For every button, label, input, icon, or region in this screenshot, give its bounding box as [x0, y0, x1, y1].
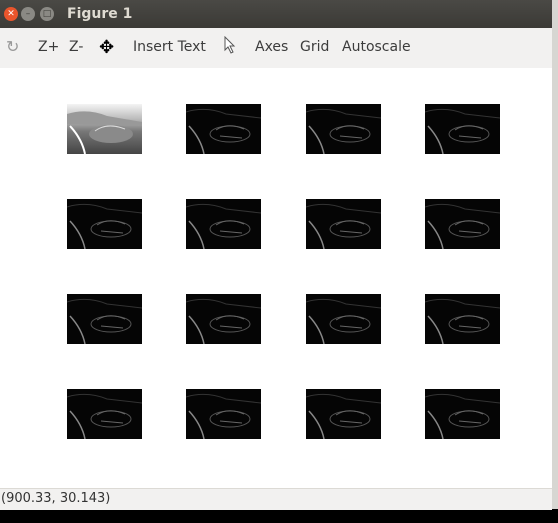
subplot-filtered-image — [305, 294, 382, 345]
toolbar: ↻ Z+ Z- ✥ Insert Text Axes Grid Autoscal… — [0, 28, 552, 68]
subplot-filtered-image — [66, 389, 143, 440]
subplot-filtered-image — [305, 199, 382, 250]
subplot-original-image — [67, 104, 142, 155]
zoom-out-button[interactable]: Z- — [69, 39, 83, 55]
plot-canvas[interactable] — [0, 68, 552, 488]
subplot-filtered-image — [185, 294, 262, 345]
autoscale-button[interactable]: Autoscale — [342, 39, 411, 55]
subplot-filtered-image — [424, 199, 501, 250]
subplot-filtered-image — [305, 104, 382, 155]
figure-window: ✕ – □ Figure 1 ↻ Z+ Z- ✥ Insert Text Axe… — [0, 0, 552, 510]
subplot-filtered-image — [424, 294, 501, 345]
status-bar: (900.33, 30.143) — [0, 488, 552, 510]
grid-button[interactable]: Grid — [300, 39, 329, 55]
cursor-coordinates: (900.33, 30.143) — [1, 491, 111, 506]
subplot-filtered-image — [66, 199, 143, 250]
close-button[interactable]: ✕ — [4, 7, 18, 21]
title-bar: ✕ – □ Figure 1 — [0, 0, 552, 28]
zoom-in-button[interactable]: Z+ — [38, 39, 59, 55]
maximize-button[interactable]: □ — [40, 7, 54, 21]
desktop-background — [552, 0, 558, 509]
subplot-filtered-image — [424, 389, 501, 440]
window-title: Figure 1 — [67, 6, 133, 22]
pan-icon[interactable]: ✥ — [99, 37, 114, 58]
subplot-filtered-image — [185, 389, 262, 440]
pointer-icon[interactable] — [224, 35, 236, 58]
subplot-filtered-image — [66, 294, 143, 345]
subplot-filtered-image — [185, 104, 262, 155]
subplot-filtered-image — [424, 104, 501, 155]
rotate-icon[interactable]: ↻ — [6, 37, 19, 56]
subplot-filtered-image — [185, 199, 262, 250]
minimize-button[interactable]: – — [21, 7, 35, 21]
insert-text-button[interactable]: Insert Text — [133, 39, 206, 55]
axes-button[interactable]: Axes — [255, 39, 288, 55]
subplot-filtered-image — [305, 389, 382, 440]
